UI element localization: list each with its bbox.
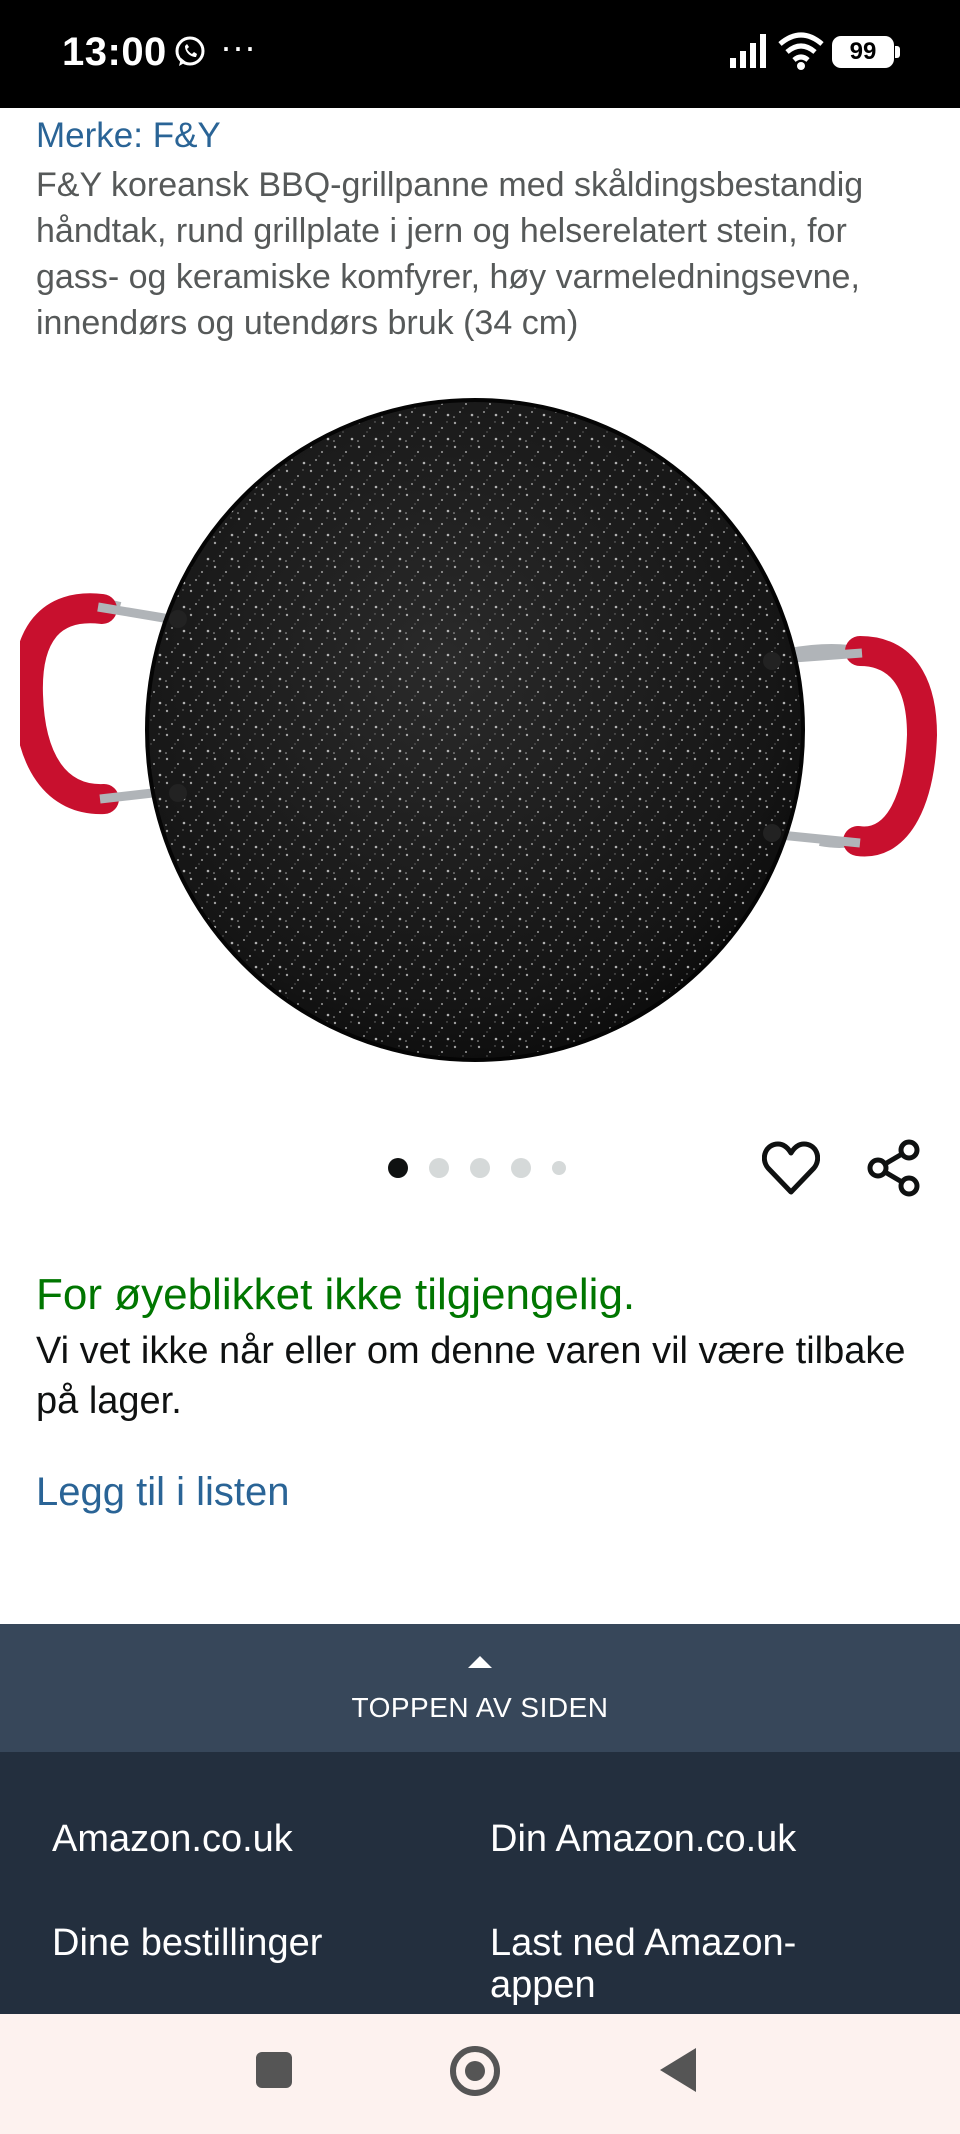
carousel-dot[interactable] <box>388 1158 408 1178</box>
carousel-dot[interactable] <box>429 1158 449 1178</box>
back-icon[interactable] <box>660 2048 696 2092</box>
brand-link[interactable]: Merke: F&Y <box>36 116 221 156</box>
carousel-dot[interactable] <box>511 1158 531 1178</box>
back-to-top-label: TOPPEN AV SIDEN <box>351 1692 609 1723</box>
whatsapp-icon <box>175 36 205 66</box>
more-notifications-icon: ··· <box>220 26 256 67</box>
carousel-dot[interactable] <box>470 1158 490 1178</box>
product-title: F&Y koreansk BBQ-grillpanne med skålding… <box>36 166 864 342</box>
footer-link-amazon-home[interactable]: Amazon.co.uk <box>52 1818 293 1860</box>
heart-icon[interactable] <box>762 1140 820 1196</box>
wifi-icon <box>778 32 824 70</box>
battery-icon: 99 <box>832 36 900 68</box>
add-to-list-link[interactable]: Legg til i listen <box>36 1470 289 1515</box>
back-to-top-button[interactable]: TOPPEN AV SIDEN <box>0 1624 960 1752</box>
recent-apps-icon[interactable] <box>256 2052 292 2088</box>
carousel-indicator <box>388 1158 587 1178</box>
footer: Amazon.co.uk Din Amazon.co.uk Dine besti… <box>0 1752 960 2014</box>
availability-note: Vi vet ikke når eller om denne varen vil… <box>36 1330 906 1422</box>
home-icon[interactable] <box>450 2046 500 2096</box>
system-nav-bar <box>0 2014 960 2134</box>
status-bar: 13:00 ··· 99 <box>0 0 960 108</box>
signal-icon <box>730 34 766 68</box>
footer-link-your-amazon[interactable]: Din Amazon.co.uk <box>490 1818 796 1860</box>
carousel-dot[interactable] <box>552 1161 566 1175</box>
caret-up-icon <box>468 1656 492 1668</box>
footer-link-your-orders[interactable]: Dine bestillinger <box>52 1922 322 1964</box>
share-icon[interactable] <box>866 1138 922 1198</box>
availability-status: For øyeblikket ikke tilgjengelig. <box>36 1270 636 1319</box>
product-image[interactable] <box>20 395 940 1065</box>
status-time: 13:00 <box>62 30 167 74</box>
footer-link-download-app[interactable]: Last ned Amazon-appen <box>490 1922 890 2006</box>
